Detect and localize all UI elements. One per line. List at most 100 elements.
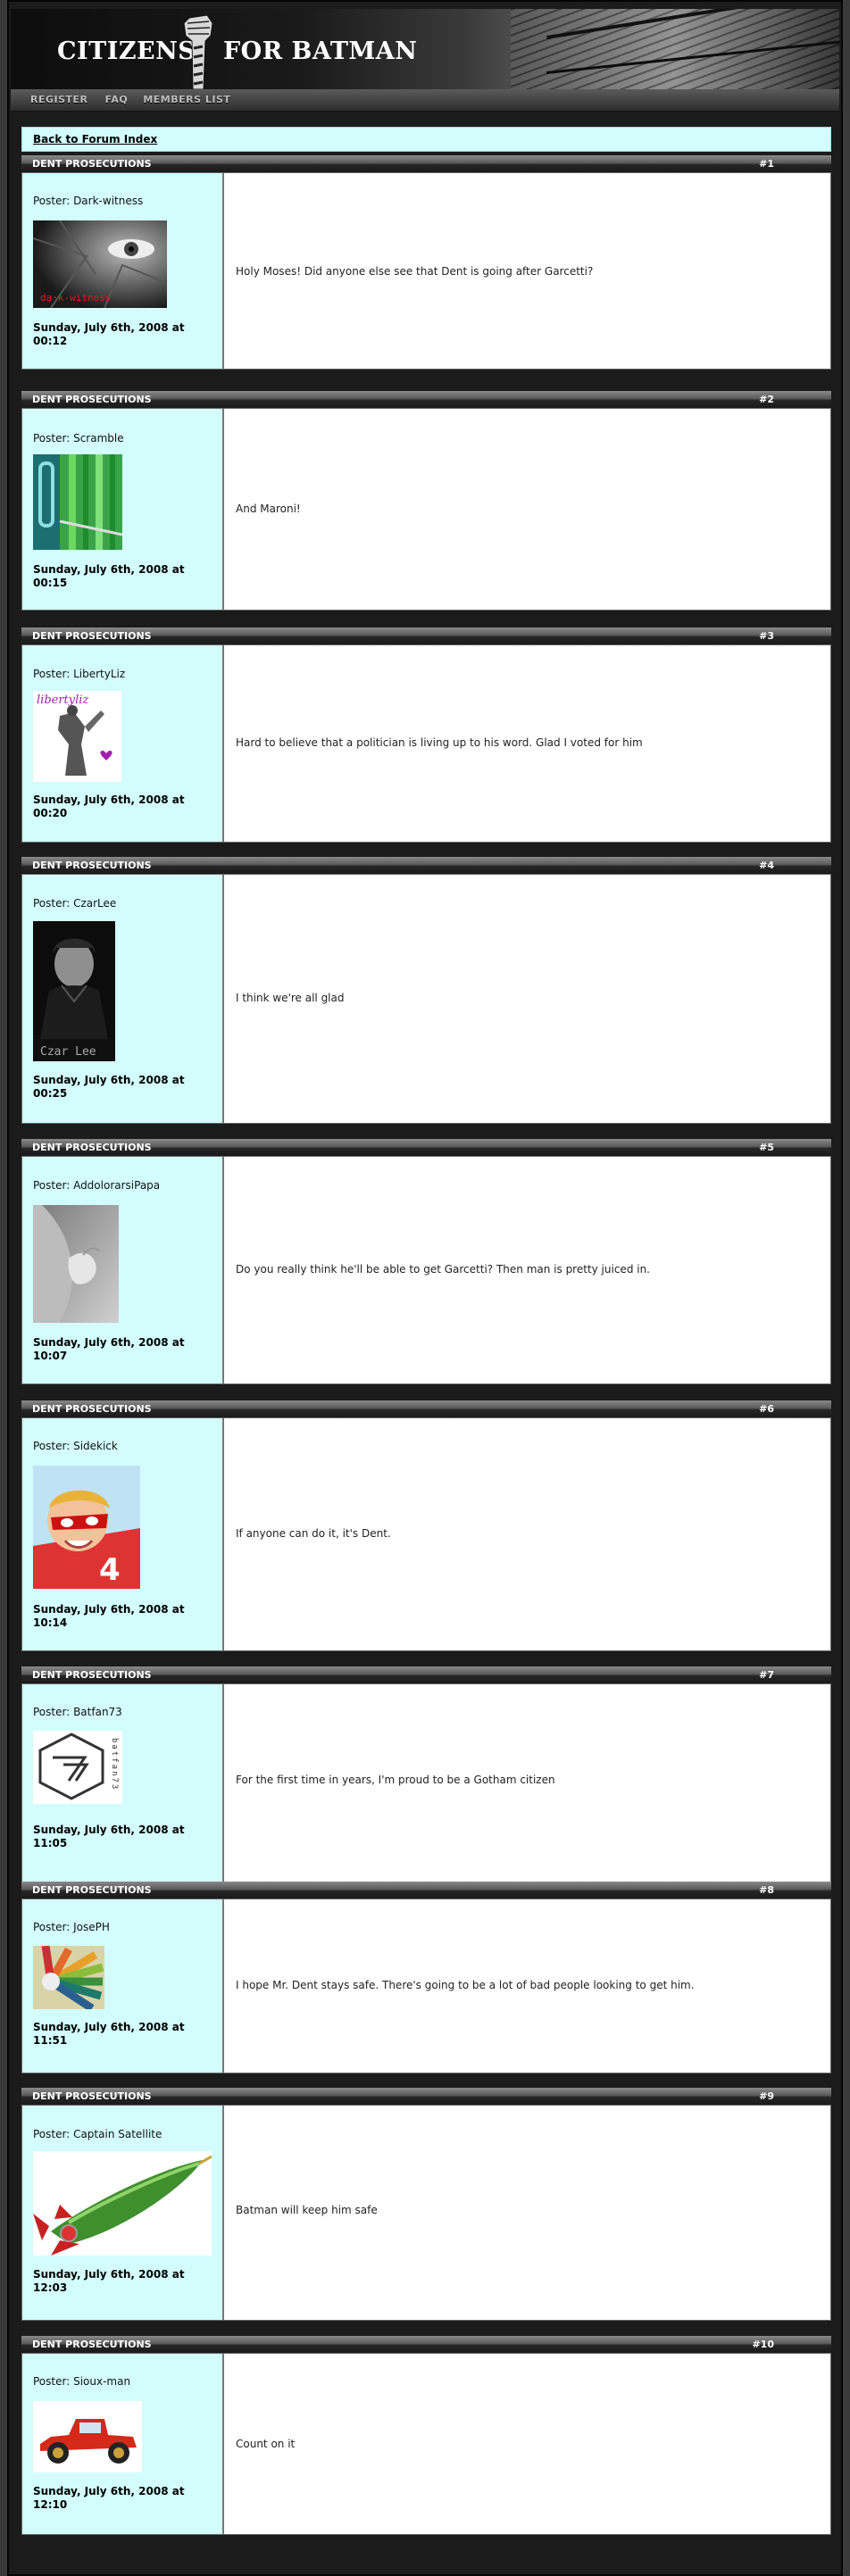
post-message: Count on it bbox=[236, 2438, 296, 2450]
post-body: Poster: JosePH Sunday, July 6th, 2008 at… bbox=[21, 1899, 831, 2073]
raised-fist-icon bbox=[183, 14, 213, 89]
post-number[interactable]: #5 bbox=[759, 1142, 774, 1153]
post-date: Sunday, July 6th, 2008 at 00:12 bbox=[33, 321, 185, 347]
poster-name[interactable]: Poster: LibertyLiz bbox=[33, 668, 125, 680]
post-author-panel: Poster: Scramble Sunday, July 6th, 2008 … bbox=[22, 409, 224, 610]
post-author-panel: Poster: Sioux-man Sunday, July 6th, 2008… bbox=[22, 2354, 224, 2534]
post-body: Poster: LibertyLiz libertyliz Sunday, Ju… bbox=[21, 644, 831, 843]
post-author-panel: Poster: AddolorarsiPapa Sunday, July 6th… bbox=[22, 1157, 224, 1384]
hexagon-logo-icon: batfan73 bbox=[33, 1731, 122, 1804]
hands-icon bbox=[33, 1205, 119, 1323]
forum-post: DENT PROSECUTIONS #2 Poster: Scramble Su… bbox=[21, 391, 831, 611]
post-date: Sunday, July 6th, 2008 at 10:07 bbox=[33, 1336, 185, 1362]
post-message: I hope Mr. Dent stays safe. There's goin… bbox=[236, 1979, 695, 1991]
nav-register-link[interactable]: REGISTER bbox=[30, 94, 88, 105]
post-message: For the first time in years, I'm proud t… bbox=[236, 1774, 555, 1786]
back-to-forum-index-link[interactable]: Back to Forum Index bbox=[33, 133, 157, 145]
post-topic[interactable]: DENT PROSECUTIONS bbox=[32, 860, 152, 871]
post-date: Sunday, July 6th, 2008 at 11:51 bbox=[33, 2021, 185, 2047]
post-date: Sunday, July 6th, 2008 at 11:05 bbox=[33, 1824, 185, 1849]
forum-post: DENT PROSECUTIONS #9 Poster: Captain Sat… bbox=[21, 2088, 831, 2321]
post-message: And Maroni! bbox=[236, 503, 301, 515]
forum-post: DENT PROSECUTIONS #5 Poster: Addolorarsi… bbox=[21, 1139, 831, 1384]
avatar-caption: libertyliz bbox=[37, 694, 88, 707]
site-header: CITIZENS FOR BATMAN bbox=[11, 9, 839, 89]
post-topic[interactable]: DENT PROSECUTIONS bbox=[32, 1669, 152, 1681]
post-header: DENT PROSECUTIONS #2 bbox=[21, 391, 831, 408]
site-logo-text-right[interactable]: FOR BATMAN bbox=[223, 37, 417, 65]
forum-post: DENT PROSECUTIONS #3 Poster: LibertyLiz … bbox=[21, 627, 831, 843]
liberty-statue-icon: libertyliz bbox=[33, 691, 121, 782]
red-car-avatar bbox=[33, 2401, 142, 2472]
poster-name[interactable]: Poster: Sidekick bbox=[33, 1440, 118, 1452]
post-message: Hard to believe that a politician is liv… bbox=[236, 736, 643, 749]
avatar-caption: batfan73 bbox=[110, 1738, 119, 1791]
forum-post: DENT PROSECUTIONS #6 Poster: Sidekick 4 … bbox=[21, 1400, 831, 1651]
post-header: DENT PROSECUTIONS #3 bbox=[21, 627, 831, 644]
post-date: Sunday, July 6th, 2008 at 00:20 bbox=[33, 794, 185, 819]
post-body: Poster: Dark-witness da·k-witness Sunday… bbox=[21, 172, 831, 370]
poster-name[interactable]: Poster: Sioux-man bbox=[33, 2375, 130, 2388]
kid-hero-avatar: 4 bbox=[33, 1466, 140, 1589]
back-bar: Back to Forum Index bbox=[21, 127, 831, 152]
eye-face-avatar: da·k-witness bbox=[33, 220, 167, 308]
kid-hero-icon: 4 bbox=[33, 1466, 140, 1589]
nav-bar: REGISTER FAQ MEMBERS LIST bbox=[11, 89, 839, 112]
poster-name[interactable]: Poster: AddolorarsiPapa bbox=[33, 1179, 160, 1192]
post-body: Poster: CzarLee Czar Lee Sunday, July 6t… bbox=[21, 874, 831, 1124]
post-header: DENT PROSECUTIONS #1 bbox=[21, 155, 831, 172]
post-body: Poster: AddolorarsiPapa Sunday, July 6th… bbox=[21, 1156, 831, 1384]
post-body: Poster: Scramble Sunday, July 6th, 2008 … bbox=[21, 408, 831, 611]
poster-name[interactable]: Poster: Dark-witness bbox=[33, 195, 143, 207]
forum-post: DENT PROSECUTIONS #1 Poster: Dark-witnes… bbox=[21, 155, 831, 370]
post-number[interactable]: #6 bbox=[759, 1403, 774, 1415]
post-topic[interactable]: DENT PROSECUTIONS bbox=[32, 394, 152, 405]
poster-name[interactable]: Poster: Batfan73 bbox=[33, 1706, 122, 1718]
post-topic[interactable]: DENT PROSECUTIONS bbox=[32, 1403, 152, 1415]
hands-avatar bbox=[33, 1205, 119, 1323]
post-header: DENT PROSECUTIONS #9 bbox=[21, 2088, 831, 2105]
post-number[interactable]: #4 bbox=[759, 860, 774, 871]
post-body: Poster: Batfan73 batfan73 Sunday, July 6… bbox=[21, 1683, 831, 1882]
post-topic[interactable]: DENT PROSECUTIONS bbox=[32, 630, 152, 642]
post-author-panel: Poster: Sidekick 4 Sunday, July 6th, 200… bbox=[22, 1418, 224, 1650]
post-date: Sunday, July 6th, 2008 at 12:03 bbox=[33, 2268, 185, 2294]
hexagon-logo-avatar: batfan73 bbox=[33, 1731, 122, 1804]
post-topic[interactable]: DENT PROSECUTIONS bbox=[32, 158, 152, 170]
post-header: DENT PROSECUTIONS #8 bbox=[21, 1882, 831, 1899]
post-number[interactable]: #2 bbox=[759, 394, 774, 405]
post-body: Poster: Sioux-man Sunday, July 6th, 2008… bbox=[21, 2353, 831, 2535]
avatar-caption: da·k-witness bbox=[40, 292, 111, 303]
svg-text:4: 4 bbox=[99, 1552, 121, 1588]
post-topic[interactable]: DENT PROSECUTIONS bbox=[32, 1142, 152, 1153]
forum-post: DENT PROSECUTIONS #7 Poster: Batfan73 ba… bbox=[21, 1666, 831, 1882]
nav-faq-link[interactable]: FAQ bbox=[105, 94, 129, 105]
rocket-icon bbox=[33, 2151, 212, 2256]
red-car-icon bbox=[33, 2401, 142, 2472]
color-wheel-avatar bbox=[33, 1946, 104, 2009]
poster-name[interactable]: Poster: CzarLee bbox=[33, 897, 116, 910]
poster-name[interactable]: Poster: Captain Satellite bbox=[33, 2128, 162, 2140]
forum-post: DENT PROSECUTIONS #8 Poster: JosePH Sund… bbox=[21, 1882, 831, 2073]
post-topic[interactable]: DENT PROSECUTIONS bbox=[32, 2090, 152, 2102]
forum-post: DENT PROSECUTIONS #10 Poster: Sioux-man … bbox=[21, 2336, 831, 2535]
post-author-panel: Poster: Batfan73 batfan73 Sunday, July 6… bbox=[22, 1684, 224, 1882]
post-number[interactable]: #1 bbox=[759, 158, 774, 170]
post-message: Do you really think he'll be able to get… bbox=[236, 1263, 650, 1276]
nav-members-list-link[interactable]: MEMBERS LIST bbox=[143, 94, 230, 105]
post-topic[interactable]: DENT PROSECUTIONS bbox=[32, 2339, 152, 2350]
green-rails-avatar bbox=[33, 454, 122, 550]
post-author-panel: Poster: JosePH Sunday, July 6th, 2008 at… bbox=[22, 1899, 224, 2073]
post-number[interactable]: #8 bbox=[759, 1884, 774, 1896]
poster-name[interactable]: Poster: Scramble bbox=[33, 432, 124, 445]
post-topic[interactable]: DENT PROSECUTIONS bbox=[32, 1884, 152, 1896]
site-logo-text-left[interactable]: CITIZENS bbox=[57, 37, 196, 65]
man-portrait-icon: Czar Lee bbox=[33, 921, 115, 1061]
forum-post: DENT PROSECUTIONS #4 Poster: CzarLee Cza… bbox=[21, 857, 831, 1124]
poster-name[interactable]: Poster: JosePH bbox=[33, 1921, 110, 1933]
post-number[interactable]: #7 bbox=[759, 1669, 774, 1681]
post-number[interactable]: #9 bbox=[759, 2090, 774, 2102]
post-header: DENT PROSECUTIONS #10 bbox=[21, 2336, 831, 2353]
post-number[interactable]: #3 bbox=[759, 630, 774, 642]
post-number[interactable]: #10 bbox=[752, 2339, 774, 2350]
